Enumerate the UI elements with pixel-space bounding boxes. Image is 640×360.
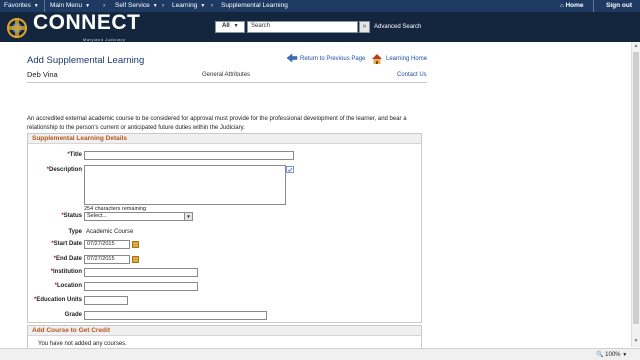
calendar-icon[interactable] <box>132 256 139 263</box>
user-name: Deb Vina <box>27 70 58 79</box>
search-scope-select[interactable]: All ▼ <box>215 21 245 33</box>
end-date-label: *End Date <box>53 256 82 262</box>
breadcrumb-self-service[interactable]: Self Service ▼ <box>115 2 158 9</box>
start-date-label: *Start Date <box>51 241 82 247</box>
header-divider <box>27 82 427 83</box>
supplemental-details-section: Supplemental Learning Details <box>27 133 422 323</box>
end-date-input[interactable]: 07/27/2015 <box>84 255 130 264</box>
scrollbar-thumb[interactable] <box>633 52 639 324</box>
status-select-value: Select... <box>87 213 107 219</box>
self-service-label: Self Service <box>115 2 150 9</box>
start-date-input[interactable]: 07/27/2015 <box>84 240 130 249</box>
main-menu-label: Main Menu <box>50 2 83 9</box>
logo-subtitle: Maryland Judiciary <box>83 37 126 42</box>
spell-check-icon[interactable] <box>286 166 294 173</box>
chevron-down-icon: ▼ <box>233 23 239 29</box>
chevron-down-icon: ▼ <box>184 213 192 220</box>
breadcrumb-learning[interactable]: Learning ▼ <box>172 2 205 9</box>
status-select[interactable]: Select... ▼ <box>84 212 193 221</box>
status-label: *Status <box>61 213 82 219</box>
title-input[interactable] <box>84 151 294 160</box>
calendar-icon[interactable] <box>132 241 139 248</box>
chevron-down-icon: ▼ <box>200 3 206 9</box>
vertical-scrollbar[interactable]: ▲ ▼ <box>631 42 640 347</box>
location-label: *Location <box>54 283 82 289</box>
type-value: Academic Course <box>86 229 134 235</box>
search-button[interactable]: » <box>359 21 370 33</box>
chevron-down-icon: ▼ <box>33 3 39 9</box>
description-label: *Description <box>46 167 82 173</box>
section-heading: Supplemental Learning Details <box>28 134 421 144</box>
contact-us-link[interactable]: Contact Us <box>397 72 427 78</box>
breadcrumb-separator: › <box>162 2 165 9</box>
zoom-control[interactable]: 🔍 100% ▼ <box>596 351 627 358</box>
home-icon: ⌂ <box>560 3 564 9</box>
home-link[interactable]: ⌂ Home <box>560 2 584 9</box>
chevron-down-icon: ▼ <box>622 352 628 358</box>
title-label: *Title <box>67 152 82 158</box>
general-attributes-label: General Attributes <box>202 72 251 78</box>
breadcrumb-separator: › <box>103 2 106 9</box>
type-label: Type <box>68 229 82 235</box>
search-go-icon: » <box>362 23 367 30</box>
breadcrumb-separator: › <box>211 2 214 9</box>
advanced-search-link[interactable]: Advanced Search <box>374 24 421 30</box>
chevron-down-icon: ▼ <box>85 3 91 9</box>
location-input[interactable] <box>84 282 198 291</box>
house-icon <box>372 54 382 64</box>
education-units-label: *Education Units <box>33 297 82 303</box>
section-heading: Add Course to Get Credit <box>28 326 421 336</box>
return-previous-label: Return to Previous Page <box>300 56 366 62</box>
connect-logo-icon <box>7 18 27 38</box>
return-arrow-icon <box>286 53 298 63</box>
search-input[interactable]: Search <box>247 21 358 33</box>
grade-input[interactable] <box>84 311 267 320</box>
description-textarea[interactable] <box>84 165 286 205</box>
browser-status-bar: 🔍 100% ▼ <box>0 348 640 360</box>
favorites-label: Favorites <box>4 2 31 9</box>
chevron-down-icon: ▼ <box>152 3 158 9</box>
institution-input[interactable] <box>84 268 198 277</box>
nav-divider <box>593 0 594 12</box>
page-title: Add Supplemental Learning <box>27 55 145 66</box>
logo-wordmark: CONNECT <box>33 11 141 34</box>
favorites-menu[interactable]: Favorites ▼ <box>4 2 39 9</box>
institution-label: *Institution <box>50 269 82 275</box>
sign-out-link[interactable]: Sign out <box>606 2 632 9</box>
intro-text: An accredited external academic course t… <box>27 116 407 131</box>
breadcrumb-supplemental: Supplemental Learning <box>221 2 288 9</box>
zoom-icon: 🔍 <box>596 352 604 358</box>
learning-label: Learning <box>172 2 198 9</box>
zoom-level: 100% <box>605 352 621 358</box>
main-menu[interactable]: Main Menu ▼ <box>50 2 90 9</box>
education-units-input[interactable] <box>84 296 128 305</box>
learning-home-label: Learning Home <box>386 56 428 62</box>
search-scope-value: All <box>222 23 230 29</box>
no-courses-message: You have not added any courses. <box>38 341 127 347</box>
grade-label: Grade <box>64 312 82 318</box>
scroll-up-icon[interactable]: ▲ <box>633 43 639 50</box>
home-label: Home <box>565 2 584 9</box>
scroll-down-icon[interactable]: ▼ <box>633 338 639 345</box>
